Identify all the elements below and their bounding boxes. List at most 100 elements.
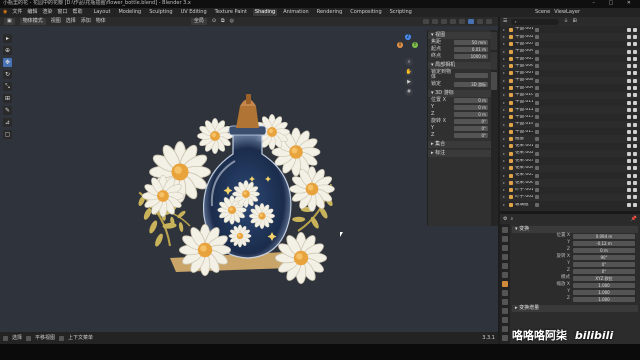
mode-dropdown[interactable]: 物体模式 (19, 18, 46, 25)
eye-icon[interactable] (627, 188, 631, 193)
outliner-item-label[interactable]: 平面.011 (515, 100, 533, 105)
measure-icon[interactable]: ⊿ (3, 118, 12, 127)
camera-render-icon[interactable] (633, 166, 637, 171)
viewlayer-selector[interactable]: ViewLayer (554, 10, 580, 15)
expand-icon[interactable]: ▸ (503, 166, 507, 170)
tab-shading[interactable]: Shading (252, 9, 278, 16)
expand-icon[interactable]: ▸ (503, 56, 507, 61)
pivot-icon[interactable]: ⊙ (212, 19, 216, 24)
3d-viewport[interactable]: ▸ ⊕ ✥ ↻ ⤡ ⊞ ✎ ⊿ ▢ Z X Y ⌕ ✋ ▶ # (0, 26, 498, 332)
camera-render-icon[interactable] (633, 86, 637, 91)
tab-rendering[interactable]: Rendering (315, 9, 345, 16)
outliner-row[interactable]: ▸ 平面.008 (500, 77, 640, 85)
outliner-item-label[interactable]: 叶子.001 (515, 188, 533, 193)
outliner-item-label[interactable]: 玻璃瓶 (515, 203, 533, 208)
camera-render-icon[interactable] (633, 42, 637, 47)
snap-icon[interactable]: ⧉ (221, 19, 225, 24)
property-value-field[interactable]: XYZ 欧拉 (573, 276, 635, 281)
delta-transform-header[interactable]: ▸ 变换增量 (512, 305, 638, 312)
expand-icon[interactable]: ▸ (503, 42, 507, 46)
eye-icon[interactable] (627, 107, 631, 112)
camera-render-icon[interactable] (633, 71, 637, 76)
camera-render-icon[interactable] (633, 129, 637, 134)
pan-icon[interactable]: ✋ (405, 68, 413, 76)
menu-window[interactable]: 窗口 (57, 10, 67, 15)
outliner-item-label[interactable]: 瓶塞 (515, 137, 533, 142)
viewport-menu-add[interactable]: 添加 (81, 19, 91, 24)
npanel-section-annotations[interactable]: ▸ 标注 (428, 150, 491, 157)
physics-icon[interactable] (502, 308, 508, 314)
eye-icon[interactable] (627, 158, 631, 163)
expand-icon[interactable]: ▸ (503, 107, 507, 112)
gizmo-toggle-icon[interactable] (432, 19, 438, 24)
outliner-item-label[interactable]: 平面.009 (515, 86, 533, 91)
outliner-row[interactable]: ▸ 平面.011 (500, 99, 640, 106)
outliner-row[interactable]: ▸ 花朵.003 (500, 157, 640, 164)
property-value-field[interactable]: 1.000 (573, 297, 635, 302)
shading-rendered-icon[interactable] (486, 19, 492, 24)
camera-render-icon[interactable] (633, 115, 637, 120)
outliner-row[interactable]: ▸ 平面.014 (500, 120, 640, 129)
data-icon[interactable] (502, 326, 508, 332)
outliner-item-label[interactable]: 花朵.006 (515, 181, 533, 186)
scene-icon[interactable] (502, 263, 508, 269)
focal-length-field[interactable]: 50 mm (454, 40, 488, 45)
outliner-row[interactable]: ▸ 平面.010 (500, 91, 640, 99)
eye-icon[interactable] (627, 49, 631, 54)
property-value-field[interactable]: -0.12 m (573, 241, 635, 246)
viewport-menu-select[interactable]: 选择 (66, 19, 76, 24)
npanel-section-local-camera[interactable]: ▾ 局部相机 (428, 62, 491, 69)
camera-render-icon[interactable] (633, 56, 637, 61)
expand-icon[interactable]: ▸ (503, 122, 507, 127)
outliner-item-label[interactable]: 花朵.004 (515, 166, 533, 171)
outliner-row[interactable]: ▸ 瓶塞 (500, 135, 640, 143)
expand-icon[interactable]: ▸ (503, 71, 507, 75)
properties-search-icon[interactable]: ⌕ (510, 216, 513, 222)
expand-icon[interactable]: ▸ (503, 86, 507, 90)
camera-render-icon[interactable] (633, 144, 637, 149)
eye-icon[interactable] (627, 64, 631, 69)
camera-render-icon[interactable] (633, 34, 637, 39)
axis-z[interactable]: Z (405, 34, 411, 40)
outliner-item-label[interactable]: 花朵.005 (515, 173, 533, 178)
camera-render-icon[interactable] (633, 78, 637, 83)
eye-icon[interactable] (627, 122, 631, 127)
outliner-item-label[interactable]: 平面.006 (515, 64, 533, 69)
camera-render-icon[interactable] (633, 137, 637, 142)
eye-icon[interactable] (627, 173, 631, 178)
camera-render-icon[interactable] (633, 64, 637, 69)
eye-icon[interactable] (627, 195, 631, 200)
expand-icon[interactable]: ▸ (503, 158, 507, 163)
tool-tab[interactable] (491, 52, 497, 70)
shading-solid-icon[interactable] (468, 19, 474, 24)
maximize-button[interactable]: □ (608, 0, 619, 6)
menu-help[interactable]: 帮助 (72, 10, 82, 15)
annotate-icon[interactable]: ✎ (3, 106, 12, 115)
camera-render-icon[interactable] (633, 202, 637, 207)
blender-logo-icon[interactable]: ◉ (3, 10, 7, 15)
camera-render-icon[interactable] (633, 122, 637, 127)
eye-icon[interactable] (627, 202, 631, 207)
render-icon[interactable] (502, 236, 508, 242)
camera-icon[interactable]: ▶ (405, 78, 413, 86)
outliner-item-label[interactable]: 平面.013 (515, 115, 533, 120)
orientation-dropdown[interactable]: 全局 (190, 18, 207, 25)
eye-icon[interactable] (627, 34, 631, 39)
camera-render-icon[interactable] (633, 195, 637, 200)
eye-icon[interactable] (627, 166, 631, 171)
expand-icon[interactable]: ▸ (503, 27, 507, 32)
property-value-field[interactable]: 0° (573, 269, 635, 274)
eye-icon[interactable] (627, 27, 631, 32)
eye-icon[interactable] (627, 86, 631, 91)
tool-icon[interactable] (502, 227, 508, 233)
outliner-item-label[interactable]: 花朵.002 (515, 151, 533, 156)
outliner-row[interactable]: ▸ 平面.002 (500, 33, 640, 41)
expand-icon[interactable]: ▸ (503, 144, 507, 148)
clip-end-field[interactable]: 1000 m (454, 54, 488, 59)
camera-render-icon[interactable] (633, 100, 637, 105)
view-layer-icon[interactable] (502, 254, 508, 260)
camera-render-icon[interactable] (633, 180, 637, 185)
axis-y[interactable]: Y (412, 42, 418, 48)
expand-icon[interactable]: ▸ (503, 137, 507, 141)
outliner-item-label[interactable]: 平面.008 (515, 78, 533, 83)
